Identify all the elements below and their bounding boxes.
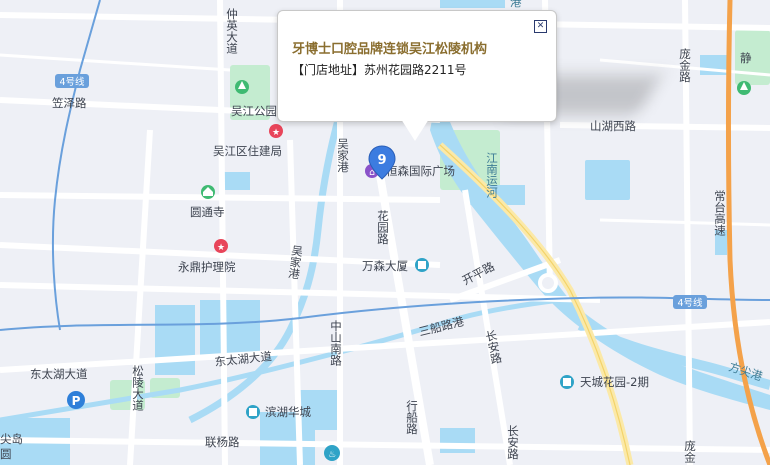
road-label-lianyang: 联杨路 [205, 435, 240, 449]
label-chenxiang: 尖岛 [0, 432, 23, 446]
parking-icon[interactable]: P [67, 391, 85, 409]
svg-text:♨: ♨ [328, 450, 336, 460]
road-label-lize: 笠泽路 [52, 96, 87, 110]
svg-text:★: ★ [272, 128, 280, 138]
road-label-dongtaihu: 东太湖大道 [30, 367, 88, 381]
svg-text:P: P [72, 394, 81, 408]
label-left-edge: 圆 [0, 447, 12, 461]
metro-badge-line4-right: 4号线 [673, 295, 707, 309]
svg-text:4号线: 4号线 [677, 297, 703, 309]
road-label-zhongshan-south: 中山南路 [329, 320, 343, 367]
water-label-jiangnan: 江南运河 [485, 152, 499, 198]
road-label-xingchuan: 行船路 [405, 400, 419, 435]
road-label-pangjin-2: 庞金 [683, 439, 697, 463]
close-icon[interactable]: ✕ [534, 20, 547, 33]
label-top-gang: 港 [510, 0, 522, 9]
svg-text:4号线: 4号线 [59, 76, 85, 88]
road-label-songling: 松陵大道 [131, 364, 145, 411]
svg-text:天城花园-2期: 天城花园-2期 [580, 375, 649, 389]
road-label-changan-2: 长安路 [506, 425, 520, 460]
svg-text:圆通寺: 圆通寺 [190, 205, 225, 219]
road-label-zhongying: 仲英大道 [225, 7, 239, 54]
svg-text:万森大厦: 万森大厦 [362, 259, 408, 273]
metro-badge-line4-left: 4号线 [55, 74, 89, 88]
info-popup: ✕ 牙博士口腔品牌连锁吴江松陵机构 【门店地址】苏州花园路2211号 [277, 10, 557, 122]
svg-text:吴江区住建局: 吴江区住建局 [213, 144, 282, 158]
svg-text:永鼎护理院: 永鼎护理院 [178, 260, 236, 274]
svg-text:静: 静 [740, 51, 752, 65]
road-label-changtai: 常台高速 [713, 190, 727, 236]
svg-text:滨湖华城: 滨湖华城 [265, 405, 311, 419]
poi-binhu-huacheng[interactable]: 滨湖华城 [246, 405, 311, 419]
road-label-shanhu-west: 山湖西路 [590, 119, 636, 133]
popup-title: 牙博士口腔品牌连锁吴江松陵机构 [292, 42, 488, 57]
svg-text:恒森国际广场: 恒森国际广场 [386, 164, 455, 178]
road-label-huayuan: 花园路 [376, 210, 390, 245]
svg-text:★: ★ [217, 243, 225, 253]
popup-address: 【门店地址】苏州花园路2211号 [292, 63, 467, 77]
svg-text:吴江公园: 吴江公园 [231, 104, 277, 118]
svg-text:9: 9 [377, 153, 386, 168]
water-poi-icon: ♨ [324, 445, 340, 461]
road-label-pangjin: 庞金路 [678, 47, 692, 83]
road-label-wujiagang: 吴家港 [336, 138, 350, 173]
popup-pointer [401, 119, 429, 141]
poi-wansen-building[interactable]: 万森大厦 [362, 258, 429, 273]
